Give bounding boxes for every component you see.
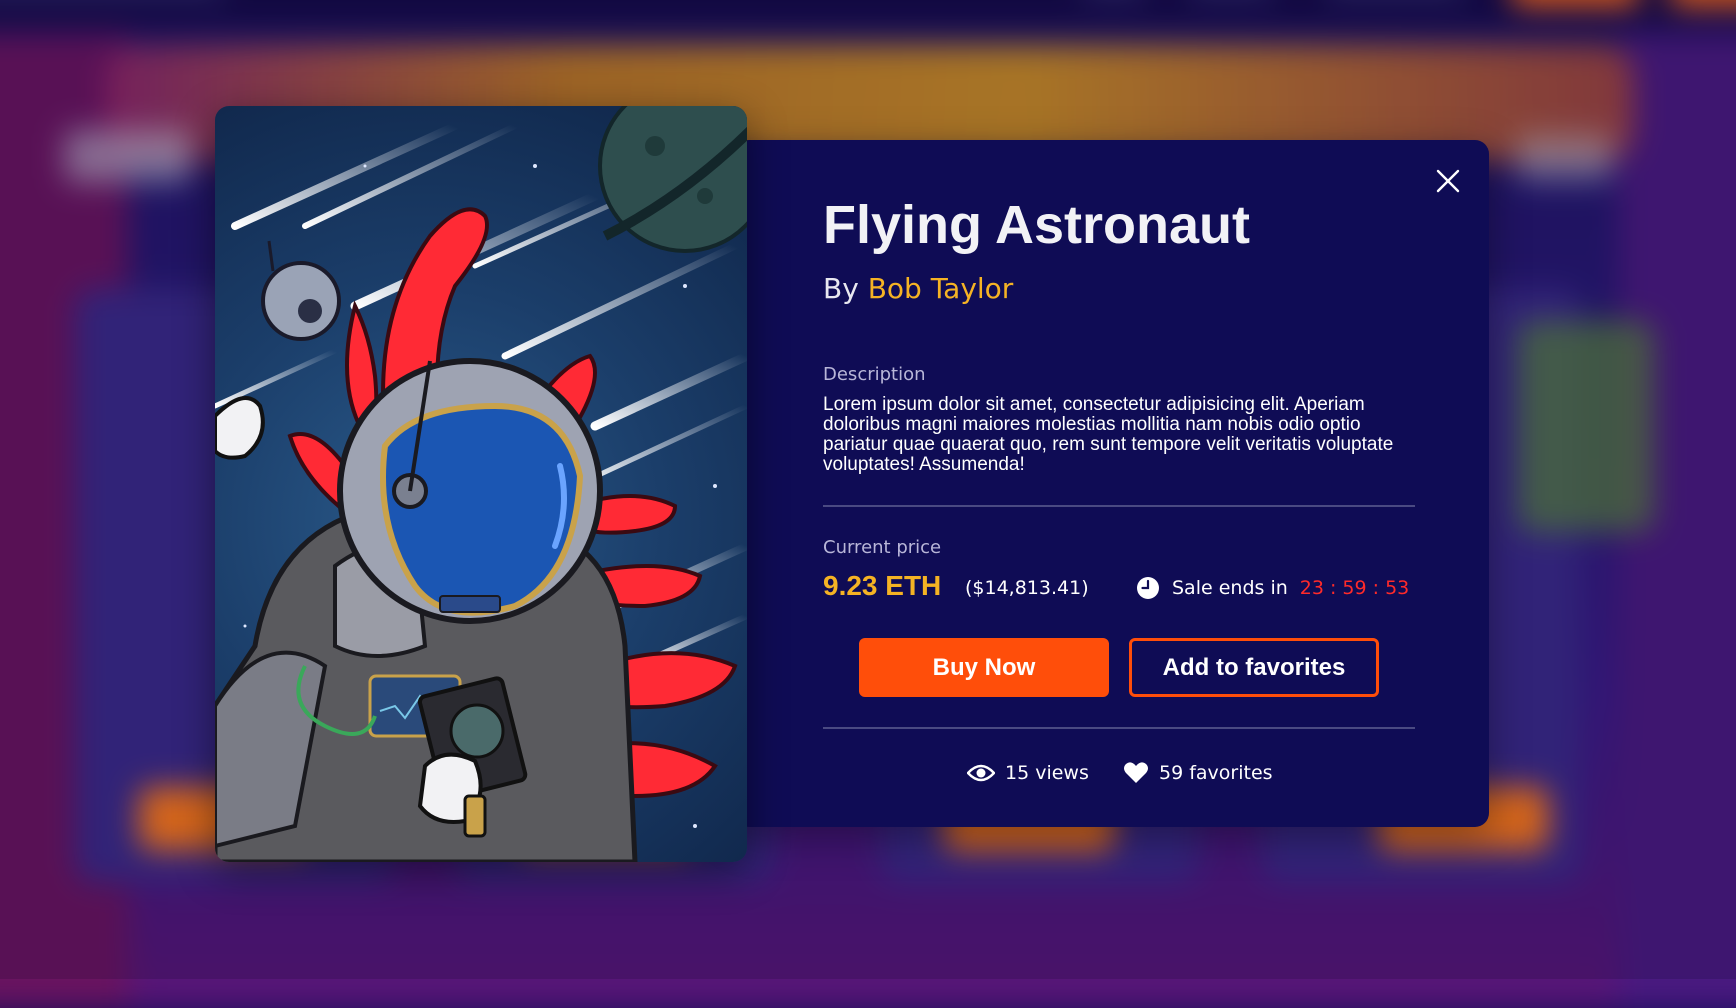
price-usd: ($14,813.41): [965, 577, 1089, 599]
nft-title: Flying Astronaut: [823, 195, 1250, 255]
views-count: 15 views: [1005, 762, 1089, 784]
clock-icon: [1137, 577, 1159, 599]
divider: [823, 505, 1415, 507]
description-label: Description: [823, 364, 926, 385]
favorites-stat: 59 favorites: [1123, 760, 1273, 786]
favorites-count: 59 favorites: [1159, 762, 1273, 784]
author-link[interactable]: Bob Taylor: [868, 272, 1014, 305]
heart-icon: [1124, 762, 1148, 783]
close-icon: [1436, 169, 1460, 193]
nft-artwork-image: [215, 106, 747, 862]
eye-icon: [967, 764, 995, 782]
add-to-favorites-button[interactable]: Add to favorites: [1129, 638, 1379, 697]
current-price-label: Current price: [823, 537, 942, 558]
views-stat: 15 views: [967, 760, 1089, 786]
creator-line: By Bob Taylor: [823, 270, 1013, 308]
buy-now-button[interactable]: Buy Now: [859, 638, 1109, 697]
divider: [823, 727, 1415, 729]
sale-ends-label: Sale ends in: [1172, 577, 1288, 599]
countdown-timer: 23 : 59 : 53: [1299, 577, 1410, 599]
sale-countdown: Sale ends in 23 : 59 : 53: [1136, 576, 1409, 600]
close-button[interactable]: [1433, 166, 1463, 196]
astronaut-illustration: [215, 106, 747, 862]
price-eth: 9.23 ETH: [823, 570, 942, 601]
by-prefix: By: [823, 272, 859, 305]
description-text: Lorem ipsum dolor sit amet, consectetur …: [823, 394, 1394, 475]
